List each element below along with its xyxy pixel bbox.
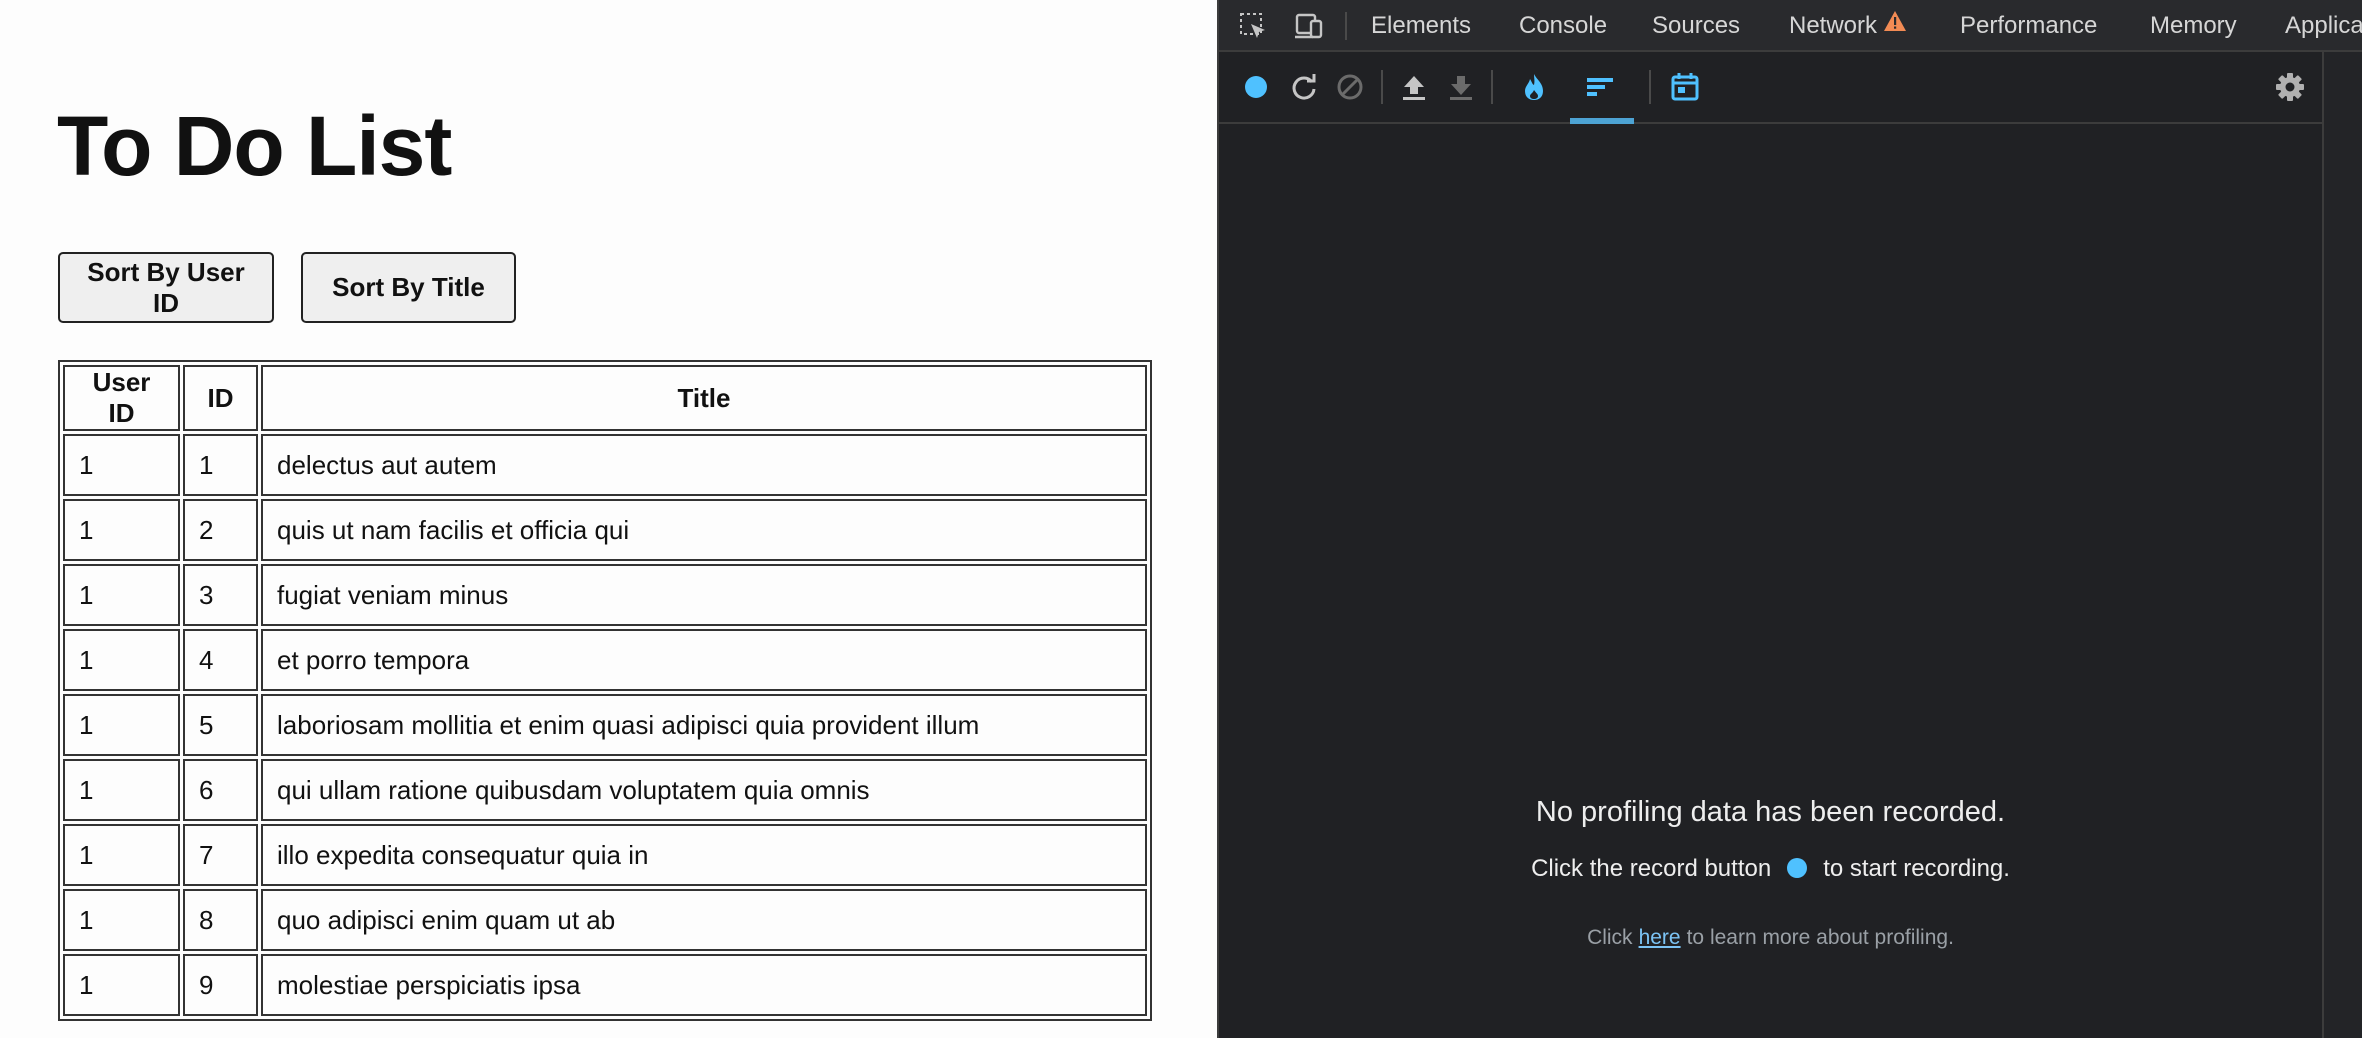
cell-user-id: 1 <box>63 759 180 821</box>
cell-user-id: 1 <box>63 824 180 886</box>
flame-chart-icon[interactable] <box>1517 70 1551 104</box>
table-row: 1 2 quis ut nam facilis et officia qui <box>63 499 1147 561</box>
screen: To Do List Sort By User ID Sort By Title… <box>0 0 2362 1038</box>
cell-title: fugiat veniam minus <box>261 564 1147 626</box>
devtools-panel: Elements Console Sources Network Perform… <box>1217 0 2362 1038</box>
timeline-icon[interactable] <box>1668 70 1702 104</box>
cell-user-id: 1 <box>63 889 180 951</box>
cell-id: 8 <box>183 889 258 951</box>
toolbar-divider <box>1381 70 1383 104</box>
inspect-element-icon[interactable] <box>1237 10 1269 42</box>
learn-more-link[interactable]: here <box>1639 926 1681 949</box>
tab-elements[interactable]: Elements <box>1371 0 1471 52</box>
tab-console[interactable]: Console <box>1519 0 1607 52</box>
cell-id: 3 <box>183 564 258 626</box>
cell-user-id: 1 <box>63 434 180 496</box>
tab-performance[interactable]: Performance <box>1960 0 2097 52</box>
hint-text-after: to start recording. <box>1823 855 2010 882</box>
sort-by-title-button[interactable]: Sort By Title <box>301 252 516 323</box>
ranked-chart-icon[interactable] <box>1583 70 1617 104</box>
table-row: 1 1 delectus aut autem <box>63 434 1147 496</box>
table-row: 1 9 molestiae perspiciatis ipsa <box>63 954 1147 1016</box>
cell-user-id: 1 <box>63 499 180 561</box>
active-tab-indicator <box>1570 118 1634 124</box>
hint-text-before: Click the record button <box>1531 855 1772 882</box>
record-icon[interactable] <box>1239 70 1273 104</box>
table-row: 1 8 quo adipisci enim quam ut ab <box>63 889 1147 951</box>
download-icon[interactable] <box>1444 70 1478 104</box>
clear-icon[interactable] <box>1333 70 1367 104</box>
table-row: 1 4 et porro tempora <box>63 629 1147 691</box>
cell-id: 7 <box>183 824 258 886</box>
table-row: 1 5 laboriosam mollitia et enim quasi ad… <box>63 694 1147 756</box>
cell-id: 5 <box>183 694 258 756</box>
settings-icon[interactable] <box>2273 70 2307 104</box>
table-row: 1 3 fugiat veniam minus <box>63 564 1147 626</box>
tab-memory[interactable]: Memory <box>2150 0 2237 52</box>
cell-id: 9 <box>183 954 258 1016</box>
upload-icon[interactable] <box>1397 70 1431 104</box>
cell-id: 4 <box>183 629 258 691</box>
tab-network[interactable]: Network <box>1789 0 1907 52</box>
cell-title: quis ut nam facilis et officia qui <box>261 499 1147 561</box>
cell-title: illo expedita consequatur quia in <box>261 824 1147 886</box>
record-dot-icon <box>1787 857 1808 878</box>
cell-title: laboriosam mollitia et enim quasi adipis… <box>261 694 1147 756</box>
learn-text-after: to learn more about profiling. <box>1686 926 1954 949</box>
cell-title: quo adipisci enim quam ut ab <box>261 889 1147 951</box>
cell-user-id: 1 <box>63 629 180 691</box>
column-header-user-id: User ID <box>63 365 180 431</box>
tab-sources[interactable]: Sources <box>1652 0 1740 52</box>
empty-state-learn-more: Click here to learn more about profiling. <box>1219 926 2322 950</box>
tab-application[interactable]: Applica <box>2285 0 2362 52</box>
toolbar-divider <box>1649 70 1651 104</box>
learn-text-before: Click <box>1587 926 1633 949</box>
cell-user-id: 1 <box>63 954 180 1016</box>
table-header-row: User ID ID Title <box>63 365 1147 431</box>
empty-state-hint: Click the record button to start recordin… <box>1219 855 2322 883</box>
todo-table: User ID ID Title 1 1 delectus aut autem … <box>58 360 1152 1021</box>
cell-title: qui ullam ratione quibusdam voluptatem q… <box>261 759 1147 821</box>
page-title: To Do List <box>57 99 452 193</box>
cell-title: molestiae perspiciatis ipsa <box>261 954 1147 1016</box>
sort-by-user-id-button[interactable]: Sort By User ID <box>58 252 274 323</box>
cell-user-id: 1 <box>63 694 180 756</box>
tab-network-label: Network <box>1789 12 1878 39</box>
cell-id: 6 <box>183 759 258 821</box>
table-row: 1 7 illo expedita consequatur quia in <box>63 824 1147 886</box>
toolbar-divider <box>1491 70 1493 104</box>
reload-icon[interactable] <box>1287 70 1321 104</box>
tab-bar-divider <box>1345 12 1347 40</box>
column-header-id: ID <box>183 365 258 431</box>
cell-title: et porro tempora <box>261 629 1147 691</box>
cell-id: 2 <box>183 499 258 561</box>
devtools-tab-bar: Elements Console Sources Network Perform… <box>1219 0 2362 52</box>
profiler-toolbar <box>1219 52 2322 124</box>
table-row: 1 6 qui ullam ratione quibusdam voluptat… <box>63 759 1147 821</box>
warning-triangle-icon <box>1883 0 1907 51</box>
column-header-title: Title <box>261 365 1147 431</box>
empty-state-title: No profiling data has been recorded. <box>1535 796 2006 828</box>
cell-user-id: 1 <box>63 564 180 626</box>
web-page: To Do List Sort By User ID Sort By Title… <box>0 0 1217 1038</box>
cell-title: delectus aut autem <box>261 434 1147 496</box>
devtools-side-strip <box>2322 52 2362 1038</box>
cell-id: 1 <box>183 434 258 496</box>
device-toolbar-icon[interactable] <box>1293 10 1325 42</box>
